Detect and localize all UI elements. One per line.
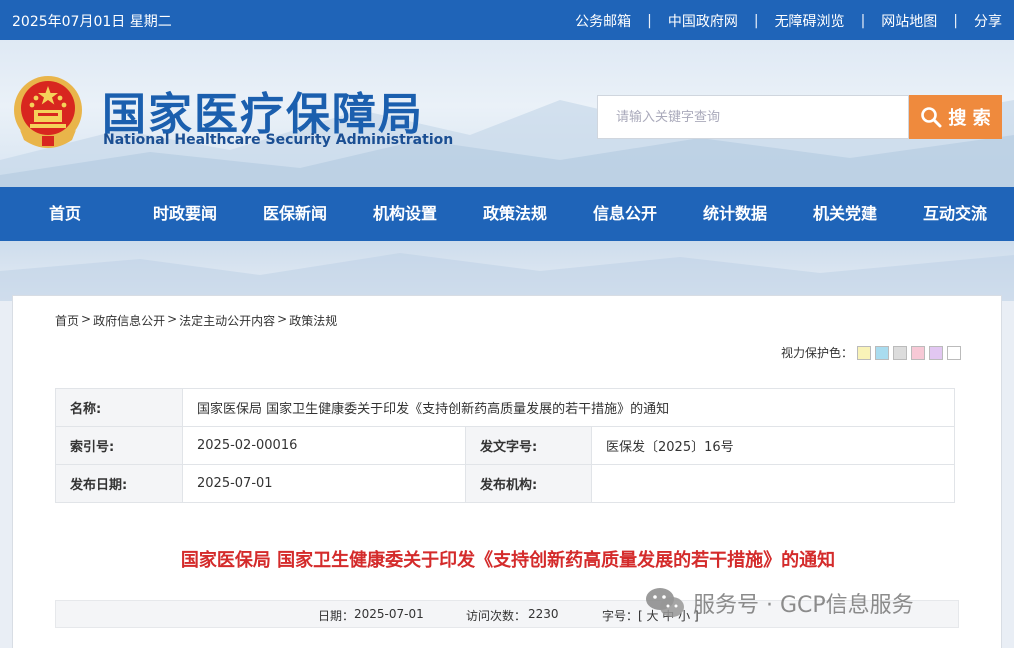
color-swatch-gray[interactable]	[893, 345, 907, 360]
nav-current-affairs[interactable]: 时政要闻	[130, 187, 240, 241]
site-header: 国家医疗保障局 National Healthcare Security Adm…	[0, 40, 1014, 187]
color-swatch-purple[interactable]	[929, 345, 943, 360]
breadcrumb-policies[interactable]: 政策法规	[289, 312, 337, 329]
color-swatch-pink[interactable]	[911, 345, 925, 360]
color-swatch-white[interactable]	[947, 345, 961, 360]
nav-party-building[interactable]: 机关党建	[790, 187, 900, 241]
current-date: 2025年07月01日 星期二	[12, 14, 172, 30]
watermark-text: 服务号 · GCP信息服务	[693, 593, 914, 618]
color-swatch-blue[interactable]	[875, 345, 889, 360]
breadcrumb-gov-info[interactable]: 政府信息公开	[93, 312, 165, 329]
search-button-label: 搜 索	[948, 108, 991, 129]
table-row: 发布日期: 2025-07-01 发布机构:	[55, 464, 955, 503]
meta-docno-value: 医保发〔2025〕16号	[591, 426, 955, 465]
nav-home[interactable]: 首页	[0, 187, 130, 241]
nav-medical-insurance-news[interactable]: 医保新闻	[240, 187, 350, 241]
link-gov-portal[interactable]: 中国政府网	[668, 11, 738, 31]
site-name-en: National Healthcare Security Administrat…	[103, 132, 454, 148]
nav-organization[interactable]: 机构设置	[350, 187, 460, 241]
link-separator: |	[647, 13, 652, 29]
info-visits-label: 访问次数：	[466, 609, 527, 623]
nav-policies[interactable]: 政策法规	[460, 187, 570, 241]
link-sitemap[interactable]: 网站地图	[881, 11, 937, 31]
top-bar: 2025年07月01日 星期二 公务邮箱 | 中国政府网 | 无障碍浏览 | 网…	[0, 0, 1014, 40]
meta-index-label: 索引号:	[55, 426, 183, 465]
link-separator: |	[860, 13, 866, 29]
meta-org-value	[591, 464, 955, 503]
eye-protection-label: 视力保护色：	[780, 346, 853, 360]
nav-info-disclosure[interactable]: 信息公开	[570, 187, 680, 241]
banner-mountains	[0, 253, 1014, 301]
meta-docno-label: 发文字号:	[465, 426, 592, 465]
meta-name-value: 国家医保局 国家卫生健康委关于印发《支持创新药高质量发展的若干措施》的通知	[182, 388, 955, 427]
top-links: 公务邮箱 | 中国政府网 | 无障碍浏览 | 网站地图 | 分享	[575, 11, 1002, 31]
eye-protection-color: 视力保护色：	[781, 344, 961, 361]
info-visits-value: 2230	[528, 607, 559, 621]
breadcrumb: 首页 > 政府信息公开 > 法定主动公开内容 > 政策法规	[55, 312, 337, 329]
meta-index-value: 2025-02-00016	[182, 426, 466, 465]
meta-date-value: 2025-07-01	[182, 464, 466, 503]
link-separator: |	[953, 13, 958, 29]
link-share[interactable]: 分享	[974, 11, 1002, 31]
link-mailbox[interactable]: 公务邮箱	[575, 11, 631, 31]
breadcrumb-statutory-content[interactable]: 法定主动公开内容	[179, 312, 275, 329]
document-title: 国家医保局 国家卫生健康委关于印发《支持创新药高质量发展的若干措施》的通知	[180, 550, 836, 571]
breadcrumb-separator: >	[81, 312, 92, 326]
color-swatch-yellow[interactable]	[857, 345, 871, 360]
table-row: 名称: 国家医保局 国家卫生健康委关于印发《支持创新药高质量发展的若干措施》的通…	[55, 388, 955, 427]
nav-statistics[interactable]: 统计数据	[680, 187, 790, 241]
link-separator: |	[753, 13, 759, 29]
breadcrumb-separator: >	[277, 312, 288, 326]
info-date-value: 2025-07-01	[354, 607, 424, 621]
info-date-label: 日期：	[318, 609, 355, 623]
table-row: 索引号: 2025-02-00016 发文字号: 医保发〔2025〕16号	[55, 426, 955, 465]
search-icon	[921, 107, 942, 128]
main-nav: 首页 时政要闻 医保新闻 机构设置 政策法规 信息公开 统计数据 机关党建 互动…	[0, 187, 1014, 241]
breadcrumb-home[interactable]: 首页	[55, 312, 79, 329]
search-input[interactable]	[598, 96, 908, 138]
document-meta-table: 名称: 国家医保局 国家卫生健康委关于印发《支持创新药高质量发展的若干措施》的通…	[55, 388, 955, 503]
search-button[interactable]: 搜 索	[909, 95, 1002, 139]
wechat-icon	[646, 588, 684, 617]
watermark: 服务号 · GCP信息服务	[645, 586, 914, 620]
national-emblem-icon[interactable]	[12, 74, 84, 150]
meta-name-label: 名称:	[55, 388, 183, 427]
banner-background	[0, 241, 1014, 301]
nav-interaction[interactable]: 互动交流	[900, 187, 1010, 241]
breadcrumb-separator: >	[167, 312, 178, 326]
link-accessibility[interactable]: 无障碍浏览	[775, 11, 845, 31]
meta-org-label: 发布机构:	[465, 464, 592, 503]
info-font-label: 字号：	[602, 609, 639, 623]
search-box	[597, 95, 909, 139]
meta-date-label: 发布日期:	[55, 464, 183, 503]
